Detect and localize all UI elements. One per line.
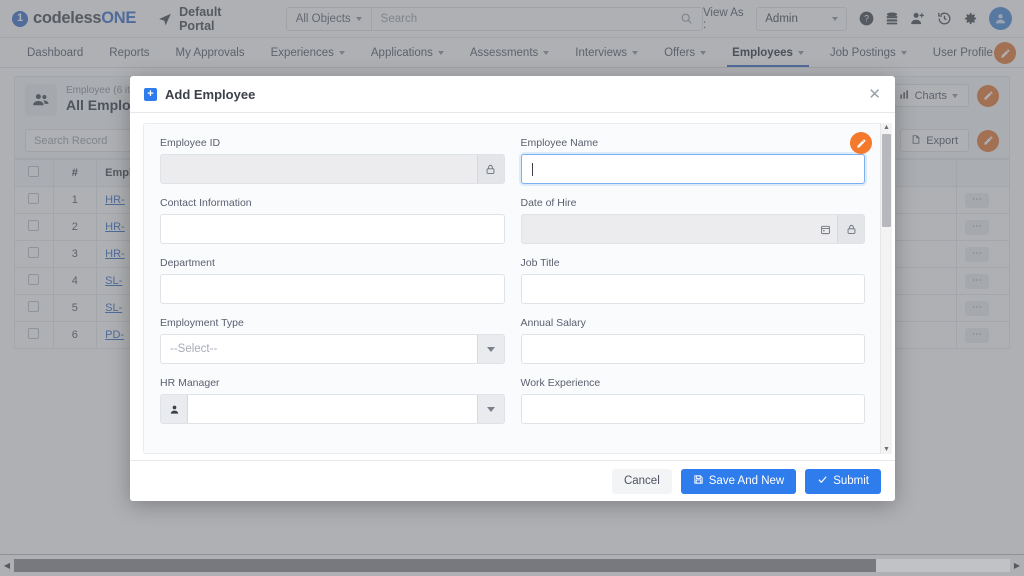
scroll-left-arrow[interactable]: ◀	[0, 561, 14, 570]
field-contact-information: Contact Information	[160, 197, 505, 244]
scrollbar-track[interactable]	[14, 559, 1010, 572]
department-input[interactable]	[160, 274, 505, 304]
form-edit-button[interactable]	[850, 132, 872, 154]
hr-manager-lookup[interactable]	[160, 394, 505, 424]
scroll-down-arrow[interactable]: ▼	[883, 445, 890, 454]
employee-id-label: Employee ID	[160, 137, 221, 149]
form-grid: Employee ID Employee Name Contact Inform…	[160, 137, 865, 437]
check-icon	[817, 474, 828, 488]
field-hr-manager: HR Manager	[160, 377, 505, 424]
lock-icon	[837, 215, 864, 243]
submit-label: Submit	[833, 475, 869, 487]
dialog-scrollbar-track[interactable]	[882, 134, 891, 443]
app-root: 1 codelessONE Default Portal All Objects…	[0, 0, 1024, 576]
lock-icon	[476, 155, 504, 183]
save-icon	[693, 474, 704, 488]
annual-salary-input[interactable]	[520, 334, 865, 364]
cancel-label: Cancel	[623, 475, 660, 487]
text-cursor	[531, 162, 533, 176]
add-employee-dialog: + Add Employee ✕ Employee ID Employee Na…	[130, 76, 895, 501]
hr-manager-value	[188, 395, 477, 423]
field-job-title: Job Title	[520, 257, 865, 304]
date-of-hire-label: Date of Hire	[520, 197, 577, 209]
field-annual-salary: Annual Salary	[520, 317, 865, 364]
close-icon[interactable]: ✕	[868, 87, 881, 102]
chevron-down-icon[interactable]	[476, 335, 504, 363]
save-and-new-label: Save And New	[708, 475, 785, 487]
field-employee-name: Employee Name	[520, 137, 865, 184]
hr-manager-label: HR Manager	[160, 377, 220, 389]
save-and-new-button[interactable]: Save And New	[680, 468, 797, 494]
date-of-hire-value	[522, 215, 814, 243]
work-experience-label: Work Experience	[520, 377, 601, 389]
employee-name-label: Employee Name	[520, 137, 599, 149]
employment-type-label: Employment Type	[160, 317, 244, 329]
cancel-button[interactable]: Cancel	[611, 468, 672, 494]
field-work-experience: Work Experience	[520, 377, 865, 424]
caret-glyph	[486, 346, 495, 352]
employee-id-input	[160, 154, 505, 184]
job-title-input[interactable]	[520, 274, 865, 304]
person-icon	[161, 395, 188, 423]
job-title-label: Job Title	[520, 257, 560, 269]
scroll-right-arrow[interactable]: ▶	[1010, 561, 1024, 570]
employee-id-value	[161, 155, 477, 183]
date-of-hire-input	[520, 214, 865, 244]
annual-salary-label: Annual Salary	[520, 317, 586, 329]
calendar-icon[interactable]	[813, 215, 837, 243]
employee-name-input[interactable]	[520, 154, 865, 184]
caret-glyph	[486, 406, 495, 412]
field-employee-id: Employee ID	[160, 137, 505, 184]
dialog-title: Add Employee	[165, 86, 256, 102]
work-experience-input[interactable]	[520, 394, 865, 424]
field-department: Department	[160, 257, 505, 304]
submit-button[interactable]: Submit	[805, 468, 881, 494]
employee-form: Employee ID Employee Name Contact Inform…	[143, 123, 882, 454]
dialog-header: + Add Employee ✕	[130, 76, 895, 113]
chevron-down-icon[interactable]	[476, 395, 504, 423]
department-label: Department	[160, 257, 215, 269]
dialog-body: Employee ID Employee Name Contact Inform…	[130, 113, 895, 460]
scroll-up-arrow[interactable]: ▲	[883, 123, 890, 132]
employment-type-select[interactable]: --Select--	[160, 334, 505, 364]
pencil-icon	[856, 138, 866, 148]
dialog-footer: Cancel Save And New Submit	[130, 460, 895, 501]
contact-information-label: Contact Information	[160, 197, 252, 209]
employment-type-value: --Select--	[170, 343, 218, 355]
field-employment-type: Employment Type --Select--	[160, 317, 505, 364]
scrollbar-thumb[interactable]	[14, 559, 876, 572]
page-horizontal-scrollbar[interactable]: ◀ ▶	[0, 554, 1024, 576]
field-date-of-hire: Date of Hire	[520, 197, 865, 244]
dialog-scrollbar-thumb[interactable]	[882, 134, 891, 227]
contact-information-input[interactable]	[160, 214, 505, 244]
plus-icon: +	[144, 87, 157, 101]
dialog-vertical-scrollbar[interactable]: ▲ ▼	[880, 123, 892, 454]
